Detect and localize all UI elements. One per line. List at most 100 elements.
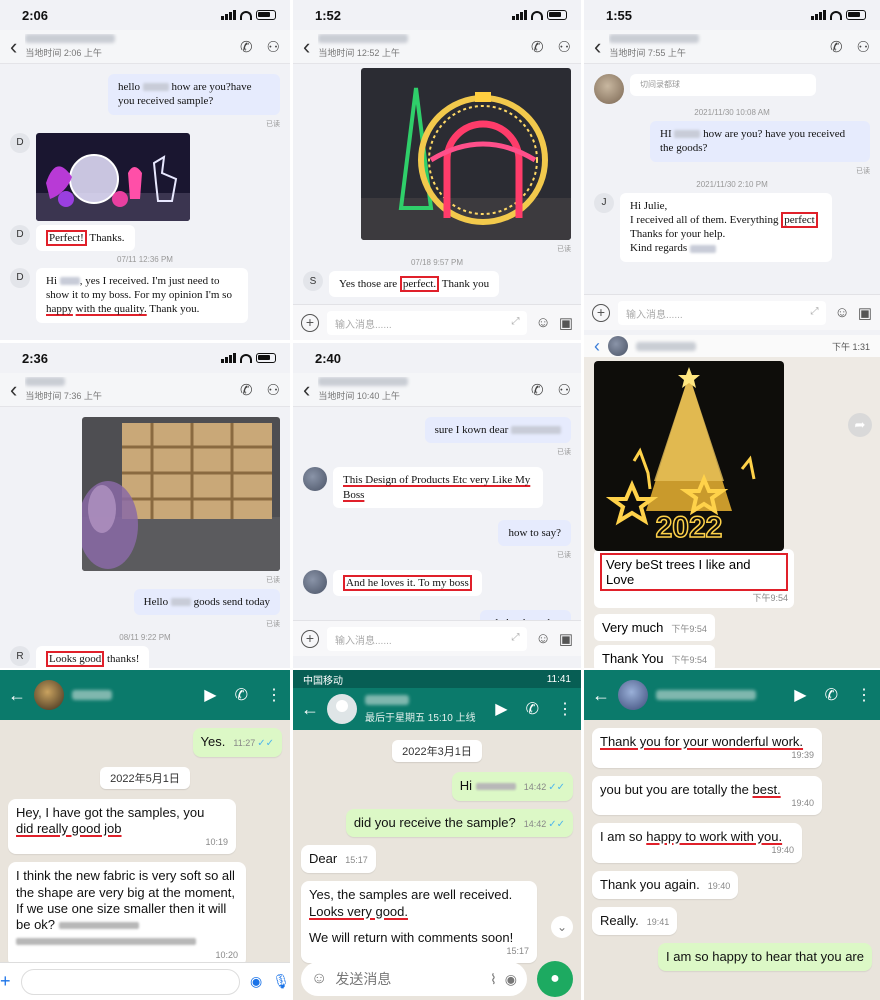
contact-name-blurred bbox=[636, 341, 696, 351]
chat-panel-5: 2:40 ‹ 当地时间 10:40 上午 ✆ ⚇ sure I kown dear… bbox=[293, 343, 581, 668]
message-out: sure I kown dear bbox=[303, 417, 571, 444]
phone-icon[interactable]: ✆ bbox=[531, 381, 544, 399]
contact-name-blurred bbox=[365, 694, 409, 705]
expand-icon[interactable]: ⤢ bbox=[511, 316, 519, 330]
plus-icon[interactable]: + bbox=[301, 313, 319, 332]
video-call-icon[interactable]: ▶ bbox=[495, 699, 507, 719]
plus-icon[interactable]: + bbox=[301, 629, 319, 648]
message-in: D Perfect! Thanks. bbox=[10, 224, 280, 251]
back-icon[interactable]: ‹ bbox=[594, 336, 600, 357]
chat-panel-4: 2:36 ‹ 当地时间 7:36 上午 ✆ ⚇ 已读 Hello goods se… bbox=[0, 343, 290, 668]
camera-icon[interactable]: ◉ bbox=[505, 971, 517, 988]
wifi-icon bbox=[830, 10, 842, 20]
message-input[interactable]: ☺ 发送消息 ⌇ ◉ bbox=[301, 962, 527, 996]
contact-name-blurred bbox=[318, 34, 409, 43]
signal-icon bbox=[221, 353, 236, 363]
profile-icon[interactable]: ⚇ bbox=[267, 38, 280, 56]
clock: 2:36 bbox=[22, 350, 49, 366]
back-icon[interactable]: ‹ bbox=[303, 378, 310, 401]
message-in: Thank you again. 19:40 bbox=[592, 870, 739, 899]
phone-icon[interactable]: ✆ bbox=[825, 685, 838, 705]
status-bar: 2:06 bbox=[0, 0, 290, 30]
message-out: did you receive the sample? 14:42 ✓✓ bbox=[345, 808, 573, 837]
message-out: HI how are you? have you received the go… bbox=[594, 121, 870, 162]
image-icon[interactable]: ▣ bbox=[559, 314, 573, 332]
back-arrow-icon[interactable]: ← bbox=[8, 685, 26, 706]
image-icon[interactable]: ▣ bbox=[858, 304, 872, 322]
highlight-box: perfect bbox=[781, 211, 818, 228]
phone-icon[interactable]: ✆ bbox=[830, 38, 843, 56]
more-icon[interactable]: ⋮ bbox=[557, 699, 573, 719]
camera-icon[interactable]: ◉ bbox=[250, 973, 262, 990]
avatar bbox=[327, 694, 357, 724]
chat-header: ‹ 下午 1:31 bbox=[584, 335, 880, 357]
phone-icon[interactable]: ✆ bbox=[526, 699, 539, 719]
signal-icon bbox=[811, 10, 826, 20]
back-icon[interactable]: ‹ bbox=[303, 35, 310, 58]
phone-icon[interactable]: ✆ bbox=[240, 381, 253, 399]
message-input[interactable]: 输入消息...... ⤢ bbox=[327, 310, 528, 335]
expand-icon[interactable]: ⤢ bbox=[810, 306, 818, 320]
message-out: hello how are you?have you received samp… bbox=[10, 74, 280, 115]
avatar bbox=[594, 74, 624, 104]
photo-wooden-crates[interactable] bbox=[82, 417, 280, 571]
timestamp: 08/11 9:22 PM bbox=[119, 633, 171, 643]
mic-button[interactable]: ● bbox=[537, 961, 573, 997]
message-in: Really. 19:41 bbox=[592, 906, 678, 935]
contact-name-blurred bbox=[609, 34, 700, 43]
message-input[interactable]: 输入消息...... ⤢ bbox=[327, 626, 528, 651]
status-bar: 2:36 bbox=[0, 343, 290, 373]
more-icon[interactable]: ⋮ bbox=[856, 685, 872, 705]
chat-header: ‹ 当地时间 7:36 上午 ✆ ⚇ bbox=[0, 373, 290, 407]
scroll-down-icon[interactable]: ⌄ bbox=[551, 916, 573, 938]
profile-icon[interactable]: ⚇ bbox=[558, 381, 571, 399]
photo-ornament-arch[interactable] bbox=[361, 68, 571, 240]
message-in: I think the new fabric is very soft so a… bbox=[8, 862, 246, 967]
battery-icon bbox=[256, 10, 276, 20]
back-icon[interactable]: ‹ bbox=[10, 378, 17, 401]
phone-icon[interactable]: ✆ bbox=[531, 38, 544, 56]
photo-christmas-tree[interactable]: 2022 bbox=[594, 361, 784, 551]
date-chip: 2022年3月1日 bbox=[392, 740, 482, 762]
message-out-photo bbox=[10, 417, 280, 571]
back-arrow-icon[interactable]: ← bbox=[301, 699, 319, 720]
emoji-icon[interactable]: ☺ bbox=[535, 630, 550, 647]
more-icon[interactable]: ⋮ bbox=[266, 685, 282, 705]
emoji-icon[interactable]: ☺ bbox=[535, 314, 550, 331]
profile-icon[interactable]: ⚇ bbox=[267, 381, 280, 399]
last-seen: 最后于星期五 15:10 上线 bbox=[365, 712, 476, 724]
message-input[interactable] bbox=[20, 968, 240, 995]
back-icon[interactable]: ‹ bbox=[594, 35, 601, 58]
chat-header: ‹ 当地时间 2:06 上午 ✆ ⚇ bbox=[0, 30, 290, 64]
image-icon[interactable]: ▣ bbox=[559, 630, 573, 648]
video-call-icon[interactable]: ▶ bbox=[204, 685, 216, 705]
profile-icon[interactable]: ⚇ bbox=[857, 38, 870, 56]
emoji-icon[interactable]: ☺ bbox=[311, 970, 327, 988]
attach-icon[interactable]: ⌇ bbox=[490, 971, 497, 988]
expand-icon[interactable]: ⤢ bbox=[511, 632, 519, 646]
message-input-bar: + 输入消息...... ⤢ ☺ ▣ bbox=[293, 304, 581, 340]
mic-icon[interactable]: 🎙 bbox=[272, 973, 290, 990]
status-bar: 1:55 bbox=[584, 0, 880, 30]
profile-icon[interactable]: ⚇ bbox=[558, 38, 571, 56]
message-input[interactable]: 输入消息...... ⤢ bbox=[618, 300, 827, 325]
plus-icon[interactable]: + bbox=[592, 303, 610, 322]
forward-icon[interactable]: ➦ bbox=[848, 413, 872, 437]
emoji-icon[interactable]: ☺ bbox=[834, 304, 849, 321]
phone-icon[interactable]: ✆ bbox=[235, 685, 248, 705]
wa-chat: Thank you for your wonderful work. 19:39 … bbox=[584, 720, 880, 1000]
phone-icon[interactable]: ✆ bbox=[240, 38, 253, 56]
back-arrow-icon[interactable]: ← bbox=[592, 685, 610, 706]
chat-header: ‹ 当地时间 7:55 上午 ✆ ⚇ bbox=[584, 30, 880, 64]
avatar: S bbox=[303, 271, 323, 291]
photo-light-sculptures[interactable] bbox=[36, 132, 190, 221]
plus-icon[interactable]: + bbox=[0, 971, 11, 992]
back-icon[interactable]: ‹ bbox=[10, 35, 17, 58]
read-receipt: 已读 bbox=[266, 621, 280, 629]
contact-name-blurred bbox=[318, 377, 409, 386]
chat-panel-3: 1:55 ‹ 当地时间 7:55 上午 ✆ ⚇ 切间录都球 2021/11/30 … bbox=[584, 0, 880, 335]
contact-name-blurred bbox=[25, 34, 116, 43]
video-call-icon[interactable]: ▶ bbox=[794, 685, 806, 705]
avatar bbox=[34, 680, 64, 710]
tree-year-sign: 2022 bbox=[656, 511, 723, 544]
